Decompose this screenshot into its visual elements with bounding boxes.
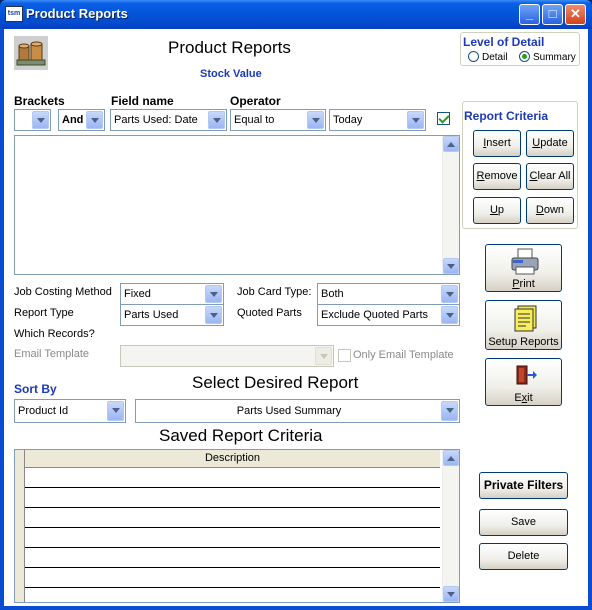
chevron-down-icon[interactable] [32, 111, 49, 129]
brackets-select[interactable] [14, 109, 51, 131]
radio-detail-label: Detail [482, 52, 508, 63]
scroll-down-icon[interactable] [443, 586, 459, 602]
email-template-select [120, 345, 334, 367]
clear-all-button[interactable]: Clear All [526, 163, 574, 190]
which-records-label: Which Records? [14, 328, 95, 340]
saved-criteria-heading: Saved Report Criteria [159, 426, 323, 445]
scroll-up-icon[interactable] [443, 136, 459, 152]
remove-button[interactable]: Remove [473, 163, 521, 190]
table-row[interactable] [25, 488, 440, 508]
job-costing-select[interactable]: Fixed [120, 283, 224, 305]
chevron-down-icon[interactable] [441, 306, 458, 324]
level-of-detail-label: Level of Detail [463, 35, 545, 49]
update-button[interactable]: Update [526, 130, 574, 157]
email-template-label: Email Template [14, 348, 89, 360]
criteria-value-select[interactable]: Today [329, 109, 426, 131]
radio-summary-circle[interactable] [519, 51, 530, 62]
chevron-down-icon[interactable] [407, 111, 424, 129]
chevron-down-icon[interactable] [307, 111, 324, 129]
printer-icon [511, 248, 539, 275]
row-selector-column[interactable] [15, 450, 25, 602]
job-card-type-select[interactable]: Both [317, 283, 460, 305]
table-row[interactable] [25, 528, 440, 548]
scroll-down-icon[interactable] [443, 258, 459, 274]
saved-criteria-grid[interactable]: Description [14, 449, 460, 603]
client-area: Product Reports Stock Value Level of Det… [4, 29, 588, 606]
setup-reports-label: Setup Reports [488, 336, 559, 348]
and-or-select[interactable]: And [58, 109, 105, 131]
select-report-heading: Select Desired Report [192, 373, 359, 392]
app-icon: tsm [5, 6, 23, 22]
criteria-scrollbar[interactable] [442, 136, 459, 274]
report-type-label: Report Type [14, 307, 74, 319]
private-filters-button[interactable]: Private Filters [479, 472, 568, 499]
table-row[interactable] [25, 468, 440, 488]
table-row[interactable] [25, 508, 440, 528]
radio-detail[interactable]: Detail [468, 51, 508, 63]
report-criteria-group: Report Criteria Insert Update Remove Cle… [462, 101, 578, 229]
exit-door-icon [516, 365, 537, 385]
chevron-down-icon[interactable] [208, 111, 225, 129]
products-icon [14, 36, 48, 70]
radio-detail-circle[interactable] [468, 51, 479, 62]
chevron-down-icon [315, 347, 332, 365]
quoted-parts-label: Quoted Parts [237, 307, 302, 319]
quoted-parts-select[interactable]: Exclude Quoted Parts [317, 304, 460, 326]
table-row[interactable] [25, 568, 440, 588]
window-frame-right [588, 29, 592, 610]
minimize-button[interactable]: _ [519, 4, 540, 25]
chevron-down-icon[interactable] [205, 306, 222, 324]
operator-label: Operator [230, 94, 281, 108]
job-costing-label: Job Costing Method [14, 286, 112, 298]
table-row[interactable] [25, 548, 440, 568]
job-card-type-label: Job Card Type: [237, 286, 312, 298]
field-name-select[interactable]: Parts Used: Date [110, 109, 227, 131]
criteria-enabled-checkbox[interactable] [437, 112, 450, 125]
level-of-detail-group: Level of Detail Detail Summary [460, 32, 580, 66]
sort-by-label: Sort By [14, 382, 57, 396]
page-title: Product Reports [168, 38, 291, 57]
operator-select[interactable]: Equal to [230, 109, 326, 131]
move-down-button[interactable]: Down [526, 197, 574, 224]
report-pages-icon [514, 305, 537, 332]
description-column-header[interactable]: Description [25, 450, 440, 468]
grid-scrollbar[interactable] [442, 450, 459, 602]
chevron-down-icon[interactable] [107, 401, 124, 421]
setup-reports-button[interactable]: Setup Reports [485, 300, 562, 350]
report-subtitle: Stock Value [200, 68, 262, 80]
insert-button[interactable]: Insert [473, 130, 521, 157]
chevron-down-icon[interactable] [441, 285, 458, 303]
radio-summary[interactable]: Summary [519, 51, 576, 63]
close-button[interactable]: ✕ [565, 4, 586, 25]
table-row[interactable] [25, 588, 440, 608]
maximize-button[interactable]: □ [542, 4, 563, 25]
brackets-label: Brackets [14, 94, 65, 108]
only-email-template-label: Only Email Template [353, 349, 454, 361]
scroll-up-icon[interactable] [443, 450, 459, 466]
move-up-button[interactable]: Up [473, 197, 521, 224]
title-bar[interactable]: tsm Product Reports _ □ ✕ [0, 0, 592, 29]
criteria-textarea[interactable] [14, 135, 460, 275]
chevron-down-icon[interactable] [86, 111, 103, 129]
window-title: Product Reports [26, 6, 128, 21]
report-select[interactable]: Parts Used Summary [135, 399, 460, 423]
only-email-template-checkbox [338, 349, 351, 362]
report-type-select[interactable]: Parts Used [120, 304, 224, 326]
chevron-down-icon[interactable] [205, 285, 222, 303]
sort-by-select[interactable]: Product Id [14, 399, 126, 423]
save-button[interactable]: Save [479, 509, 568, 536]
print-button[interactable]: Print [485, 244, 562, 292]
radio-summary-label: Summary [533, 52, 576, 63]
report-criteria-label: Report Criteria [464, 109, 549, 123]
exit-button[interactable]: Exit [485, 358, 562, 406]
field-name-label: Field name [111, 94, 174, 108]
chevron-down-icon[interactable] [441, 401, 458, 421]
delete-button[interactable]: Delete [479, 543, 568, 570]
